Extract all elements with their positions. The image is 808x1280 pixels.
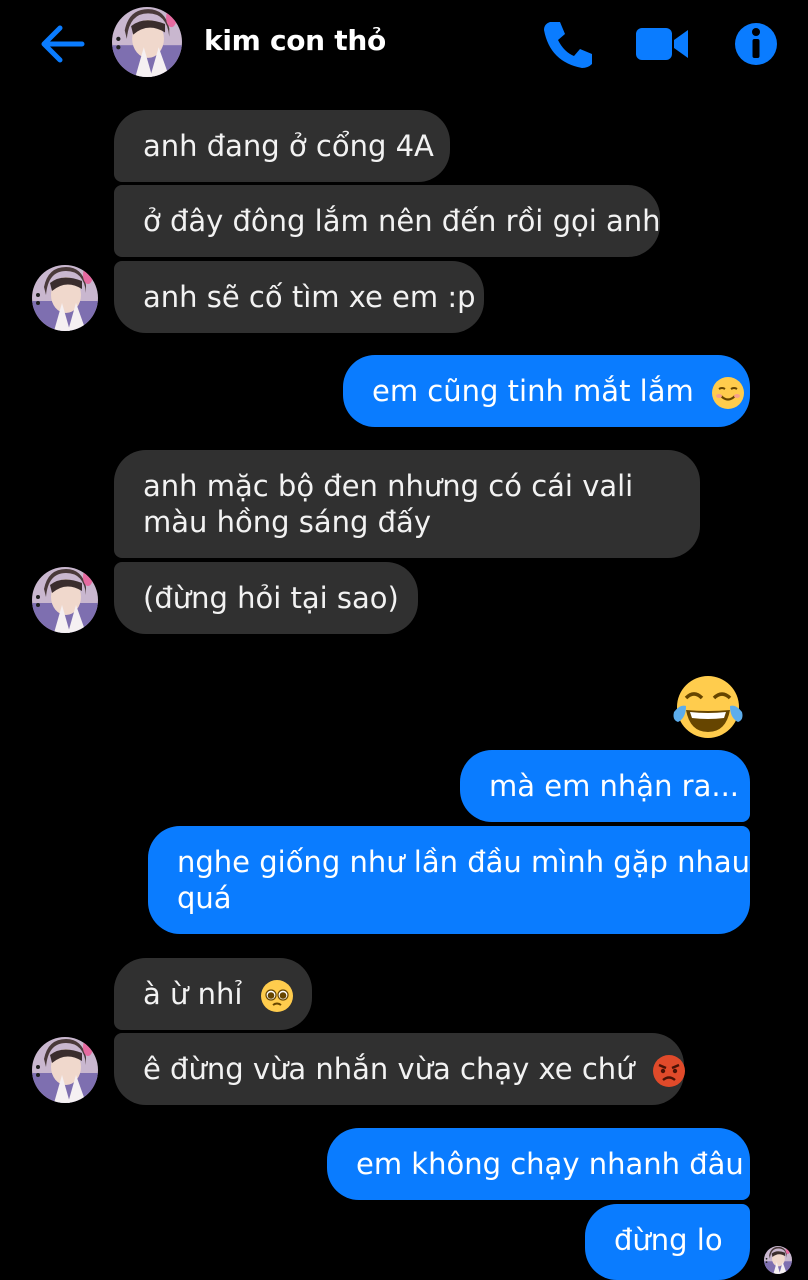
incoming-message[interactable]: à ừ nhỉ [114,958,312,1030]
phone-icon[interactable] [540,18,594,70]
info-icon[interactable] [734,18,778,70]
message-text: anh đang ở cổng 4A [143,129,434,163]
message-text: đừng lo [614,1223,723,1257]
incoming-message[interactable]: anh đang ở cổng 4A [114,110,450,182]
video-camera-icon[interactable] [634,18,690,70]
contact-name[interactable]: kim con thỏ [204,24,386,57]
message-text: em không chạy nhanh đâu [356,1147,744,1181]
incoming-message[interactable]: ê đừng vừa nhắn vừa chạy xe chứ [114,1033,685,1105]
incoming-message[interactable]: ở đây đông lắm nên đến rồi gọi anh [114,185,661,257]
message-text-line: màu hồng sáng đấy [143,505,431,539]
outgoing-message[interactable]: em cũng tinh mắt lắm [343,355,750,427]
message-text-line: quá [177,881,232,915]
seen-receipt-avatar [764,1246,792,1274]
incoming-message[interactable]: anh mặc bộ đen nhưng có cái vali màu hồn… [114,450,700,558]
message-text: ở đây đông lắm nên đến rồi gọi anh [143,204,661,238]
message-text: mà em nhận ra... [489,769,740,803]
message-text: à ừ nhỉ [143,977,243,1011]
chat-header: kim con thỏ [0,0,808,92]
message-text-line: anh mặc bộ đen nhưng có cái vali [143,469,634,503]
incoming-message[interactable]: (đừng hỏi tại sao) [114,562,418,634]
sender-avatar[interactable] [32,265,98,331]
message-text: anh sẽ cố tìm xe em :p [143,280,476,314]
sender-avatar[interactable] [32,1037,98,1103]
smiling-face-icon [711,377,744,409]
angry-face-icon [652,1055,685,1087]
tears-of-joy-icon[interactable] [672,674,744,740]
message-text: ê đừng vừa nhắn vừa chạy xe chứ [143,1052,635,1086]
message-text-line: nghe giống như lần đầu mình gặp nhau [177,845,751,879]
sender-avatar[interactable] [32,567,98,633]
outgoing-message[interactable]: nghe giống như lần đầu mình gặp nhau quá [148,826,750,934]
outgoing-message[interactable]: em không chạy nhanh đâu [327,1128,750,1200]
message-text: em cũng tinh mắt lắm [372,374,694,408]
message-text: (đừng hỏi tại sao) [143,581,399,615]
incoming-message[interactable]: anh sẽ cố tìm xe em :p [114,261,484,333]
pleading-face-icon [260,980,293,1012]
outgoing-message[interactable]: mà em nhận ra... [460,750,750,822]
outgoing-message[interactable]: đừng lo [585,1204,750,1280]
back-arrow-icon[interactable] [38,22,86,66]
contact-avatar[interactable] [112,7,182,77]
